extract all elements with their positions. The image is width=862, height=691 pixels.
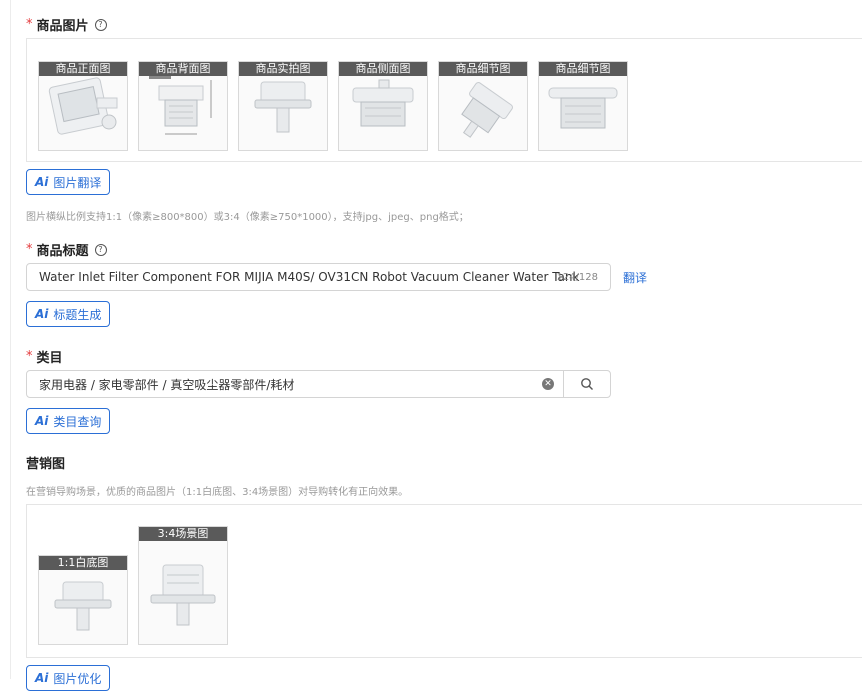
product-images-title: 商品图片 [36, 19, 89, 34]
translate-link[interactable]: 翻译 [623, 269, 647, 286]
filter-scene-image [150, 564, 216, 626]
image-thumb-detail-1[interactable]: 商品细节图 [438, 61, 528, 151]
marketing-images-panel: 1:1白底图 3:4场景图 [26, 504, 862, 658]
product-title-label: * 商品标题 ? [26, 240, 107, 259]
image-requirements-hint: 图片横纵比例支持1:1（像素≥800*800）或3:4（像素≥750*1000）… [26, 212, 469, 223]
marketing-images-hint: 在营销导购场景，优质的商品图片（1:1白底图、3:4场景图）对导购转化有正向效果… [26, 487, 409, 498]
image-thumb-side[interactable]: 商品侧面图 [338, 61, 428, 151]
filter-side-image [352, 79, 414, 127]
thumb-caption: 商品背面图 [139, 62, 227, 76]
required-mark: * [26, 17, 33, 32]
image-translate-label: 图片翻译 [53, 175, 102, 190]
filter-dimension-image [149, 76, 212, 135]
required-mark: * [26, 242, 33, 257]
thumb-caption: 商品侧面图 [339, 62, 427, 76]
question-circle-icon[interactable]: ? [94, 18, 107, 31]
thumb-caption: 1:1白底图 [39, 556, 127, 570]
ai-icon: Ai [35, 175, 49, 189]
category-heading: 类目 [36, 351, 63, 366]
image-optimize-label: 图片优化 [53, 671, 102, 686]
filter-photo [254, 81, 312, 133]
search-icon [581, 378, 593, 390]
image-thumb-detail-2[interactable]: 商品细节图 [538, 61, 628, 151]
thumb-caption: 商品细节图 [439, 62, 527, 76]
marketing-images-label: 营销图 [26, 453, 65, 472]
ai-icon: Ai [35, 307, 49, 321]
product-title-heading: 商品标题 [36, 244, 89, 259]
title-generate-label: 标题生成 [53, 307, 102, 322]
thumb-caption: 商品实拍图 [239, 62, 327, 76]
ai-icon: Ai [35, 414, 49, 428]
marketing-thumb-white-bg[interactable]: 1:1白底图 [38, 555, 128, 645]
filter-detail-image [548, 87, 618, 129]
left-divider [10, 0, 11, 679]
category-input[interactable]: 家用电器 / 家电零部件 / 真空吸尘器零部件/耗材 [26, 370, 564, 398]
clear-icon[interactable]: ✕ [542, 378, 554, 390]
product-images-panel: 商品正面图 商品背面图 商品实拍图 商品侧面图 商品细节图 商品细节图 [26, 38, 862, 162]
marketing-images-heading: 营销图 [26, 457, 66, 472]
image-translate-button[interactable]: Ai 图片翻译 [26, 169, 111, 195]
thumb-caption: 商品细节图 [539, 62, 627, 76]
image-thumb-real[interactable]: 商品实拍图 [238, 61, 328, 151]
title-generate-button[interactable]: Ai 标题生成 [26, 301, 111, 327]
category-label: * 类目 [26, 347, 63, 366]
product-title-value: Water Inlet Filter Component FOR MIJIA M… [39, 270, 580, 284]
question-circle-icon[interactable]: ? [94, 243, 107, 256]
image-thumb-front[interactable]: 商品正面图 [38, 61, 128, 151]
product-images-label: * 商品图片 ? [26, 15, 107, 34]
thumb-caption: 3:4场景图 [139, 527, 227, 541]
title-char-counter: 124/128 [556, 271, 598, 283]
image-optimize-button[interactable]: Ai 图片优化 [26, 665, 111, 691]
category-query-button[interactable]: Ai 类目查询 [26, 408, 111, 434]
thumb-caption: 商品正面图 [39, 62, 127, 76]
image-thumb-back[interactable]: 商品背面图 [138, 61, 228, 151]
filter-image [48, 77, 118, 135]
ai-icon: Ai [35, 671, 49, 685]
category-search-button[interactable] [563, 370, 611, 398]
marketing-thumb-scene[interactable]: 3:4场景图 [138, 526, 228, 645]
filter-detail-image [461, 82, 513, 138]
category-query-label: 类目查询 [53, 414, 102, 429]
product-title-input[interactable]: Water Inlet Filter Component FOR MIJIA M… [26, 263, 611, 291]
category-value: 家用电器 / 家电零部件 / 真空吸尘器零部件/耗材 [39, 377, 295, 392]
required-mark: * [26, 349, 33, 364]
filter-white-bg-image [54, 581, 112, 631]
